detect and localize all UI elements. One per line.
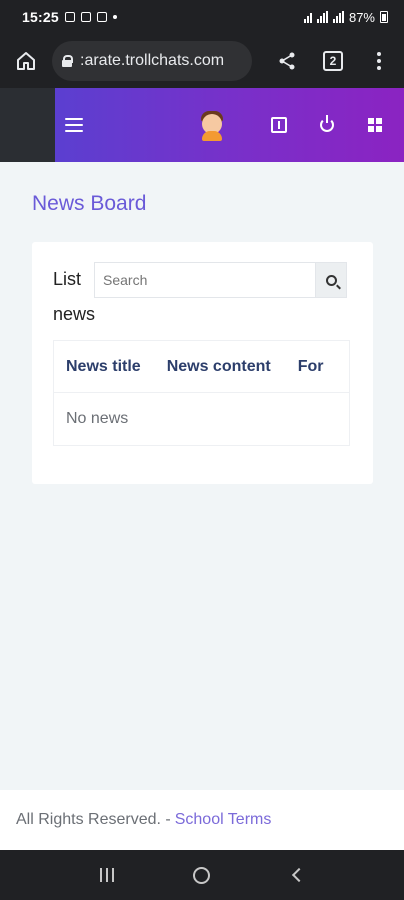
status-right: 87%: [303, 9, 388, 25]
search-icon: [325, 274, 337, 286]
home-icon: [17, 52, 35, 70]
browser-actions: 2: [272, 46, 394, 76]
footer-text: All Rights Reserved. -: [16, 811, 171, 828]
tabs-button[interactable]: 2: [318, 46, 348, 76]
school-terms-link[interactable]: School Terms: [175, 811, 272, 829]
browser-home-button[interactable]: [10, 45, 42, 77]
header-actions: [198, 108, 392, 142]
news-card: List news News title News content For No…: [32, 242, 373, 484]
android-nav-bar: [0, 850, 404, 900]
page-title: News Board: [32, 192, 147, 215]
nav-home-button[interactable]: [182, 855, 222, 895]
recent-apps-icon: [100, 868, 115, 882]
search-input[interactable]: [94, 262, 347, 298]
status-time: 15:25: [22, 9, 59, 25]
column-news-content[interactable]: News content: [167, 358, 271, 376]
main-content: News Board List news News title News con…: [0, 162, 404, 790]
signal-icon: [316, 11, 328, 23]
more-vert-icon: [377, 52, 381, 70]
list-news-label: List news: [53, 269, 96, 324]
home-circle-icon: [193, 866, 211, 884]
news-table: News title News content For No news: [53, 340, 350, 446]
column-news-title[interactable]: News title: [66, 358, 141, 376]
status-left: 15:25: [22, 9, 117, 25]
notification-icon: [64, 12, 75, 22]
share-icon: [279, 52, 295, 70]
search-button[interactable]: [315, 262, 347, 298]
logout-button[interactable]: [310, 108, 344, 142]
language-button[interactable]: [262, 108, 296, 142]
app-header: [0, 88, 404, 162]
apps-grid-icon: [368, 118, 382, 132]
wifi-icon: [303, 11, 312, 23]
tab-count: 2: [323, 51, 343, 71]
battery-icon: [380, 11, 388, 23]
battery-percent: 87%: [348, 9, 375, 25]
address-bar[interactable]: :arate.trollchats.com: [52, 41, 252, 81]
back-button[interactable]: [277, 855, 317, 895]
apps-button[interactable]: [358, 108, 392, 142]
header-logo-area: [0, 88, 55, 162]
status-bar: 15:25 87%: [0, 0, 404, 34]
recent-apps-button[interactable]: [87, 855, 127, 895]
teams-icon: [96, 12, 107, 22]
more-notifications-icon: [112, 15, 117, 19]
footer: All Rights Reserved. - School Terms: [0, 790, 404, 850]
back-icon: [291, 867, 306, 883]
table-header: News title News content For: [54, 341, 349, 393]
gallery-icon: [80, 12, 91, 22]
avatar[interactable]: [198, 109, 226, 141]
signal-icon-2: [332, 11, 344, 23]
menu-icon[interactable]: [65, 118, 83, 132]
share-button[interactable]: [272, 46, 302, 76]
url-text: :arate.trollchats.com: [80, 52, 225, 69]
header-bar: [55, 88, 404, 162]
translate-icon: [271, 117, 287, 133]
power-icon: [320, 115, 334, 132]
column-for[interactable]: For: [298, 358, 324, 376]
lock-icon: [62, 55, 73, 67]
table-empty-row: No news: [66, 410, 129, 427]
browser-menu-button[interactable]: [364, 46, 394, 76]
browser-toolbar: :arate.trollchats.com 2: [0, 34, 404, 88]
